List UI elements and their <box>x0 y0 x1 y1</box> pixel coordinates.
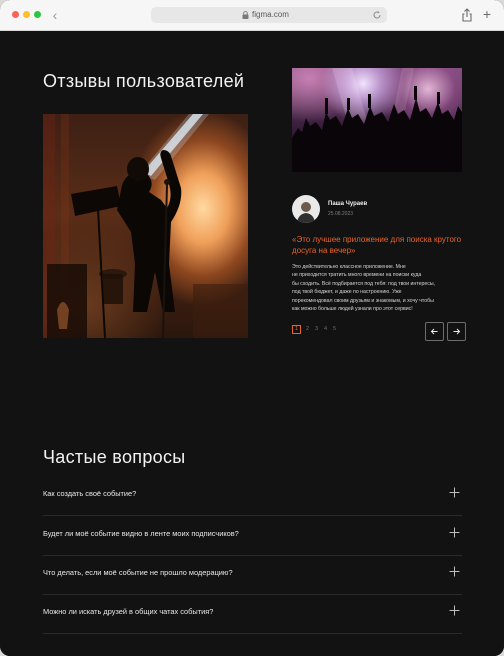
page-number-2[interactable]: 2 <box>303 325 312 334</box>
crowd-silhouette <box>292 68 462 172</box>
faq-item[interactable]: Можно ли искать друзей в общих чатах соб… <box>43 594 462 634</box>
faq-question: Будет ли моё событие видно в ленте моих … <box>43 529 239 538</box>
reviews-section-title: Отзывы пользователей <box>43 71 245 91</box>
arrow-left-icon <box>430 328 438 335</box>
url-text: figma.com <box>252 10 289 19</box>
faq-question: Как создать своё событие? <box>43 489 137 498</box>
arrow-right-icon <box>453 328 461 335</box>
minimize-window-button[interactable] <box>23 11 30 18</box>
browser-toolbar: ‹ figma.com + <box>0 0 504 31</box>
faq-section-title: Частые вопросы <box>43 447 186 467</box>
lock-icon <box>242 11 249 19</box>
maximize-window-button[interactable] <box>34 11 41 18</box>
back-chevron-icon[interactable]: ‹ <box>48 7 62 23</box>
faq-question: Можно ли искать друзей в общих чатах соб… <box>43 607 214 616</box>
person-avatar-icon <box>297 202 315 223</box>
review-date: 25.08.2023 <box>328 211 354 217</box>
browser-window: ‹ figma.com + Отзывы пользователей Паша … <box>0 0 504 656</box>
plus-icon[interactable] <box>449 605 460 616</box>
author-name: Паша Чураев <box>328 201 368 207</box>
faq-item[interactable]: Будет ли моё событие видно в ленте моих … <box>43 516 462 556</box>
new-tab-plus-icon[interactable]: + <box>481 6 493 22</box>
page-number-3[interactable]: 3 <box>312 325 321 334</box>
review-body-line: не приходится тратить много времени на п… <box>292 272 422 279</box>
review-body-line: порекомендовал своим друзьям и знакомым,… <box>292 297 434 304</box>
close-window-button[interactable] <box>12 11 19 18</box>
page-number-1[interactable]: 1 <box>292 325 301 334</box>
plus-icon[interactable] <box>449 566 460 577</box>
next-review-button[interactable] <box>447 322 466 341</box>
faq-item[interactable]: Что делать, если моё событие не прошло м… <box>43 555 462 595</box>
plus-icon[interactable] <box>449 487 460 498</box>
review-body-line: Это действительно классное приложение. М… <box>292 264 406 270</box>
review-quote: «Это лучшее приложение для поиска крутог… <box>292 235 462 255</box>
address-bar[interactable]: figma.com <box>151 7 387 23</box>
share-icon[interactable] <box>461 8 473 22</box>
plus-icon[interactable] <box>449 527 460 538</box>
review-body-line: как можно больше людей узнали про этот с… <box>292 306 413 313</box>
singer-silhouette <box>43 114 248 338</box>
reload-icon[interactable] <box>372 10 382 20</box>
author-avatar <box>292 195 320 223</box>
concert-singer-photo <box>43 114 248 338</box>
concert-crowd-photo <box>292 68 462 172</box>
page-number-5[interactable]: 5 <box>330 325 339 334</box>
faq-question: Что делать, если моё событие не прошло м… <box>43 568 233 577</box>
faq-item[interactable]: Как создать своё событие? <box>43 476 462 516</box>
review-body-line: бы сходить. Всё подбирается под тебя: по… <box>292 280 436 287</box>
review-body-line: под твой бюджет, и даже по настроению. У… <box>292 289 402 296</box>
page-content: Отзывы пользователей Паша Чураев 25.08.2… <box>0 31 504 656</box>
page-number-4[interactable]: 4 <box>321 325 330 334</box>
previous-review-button[interactable] <box>425 322 444 341</box>
review-body: Это действительно классное приложение. М… <box>292 263 460 313</box>
